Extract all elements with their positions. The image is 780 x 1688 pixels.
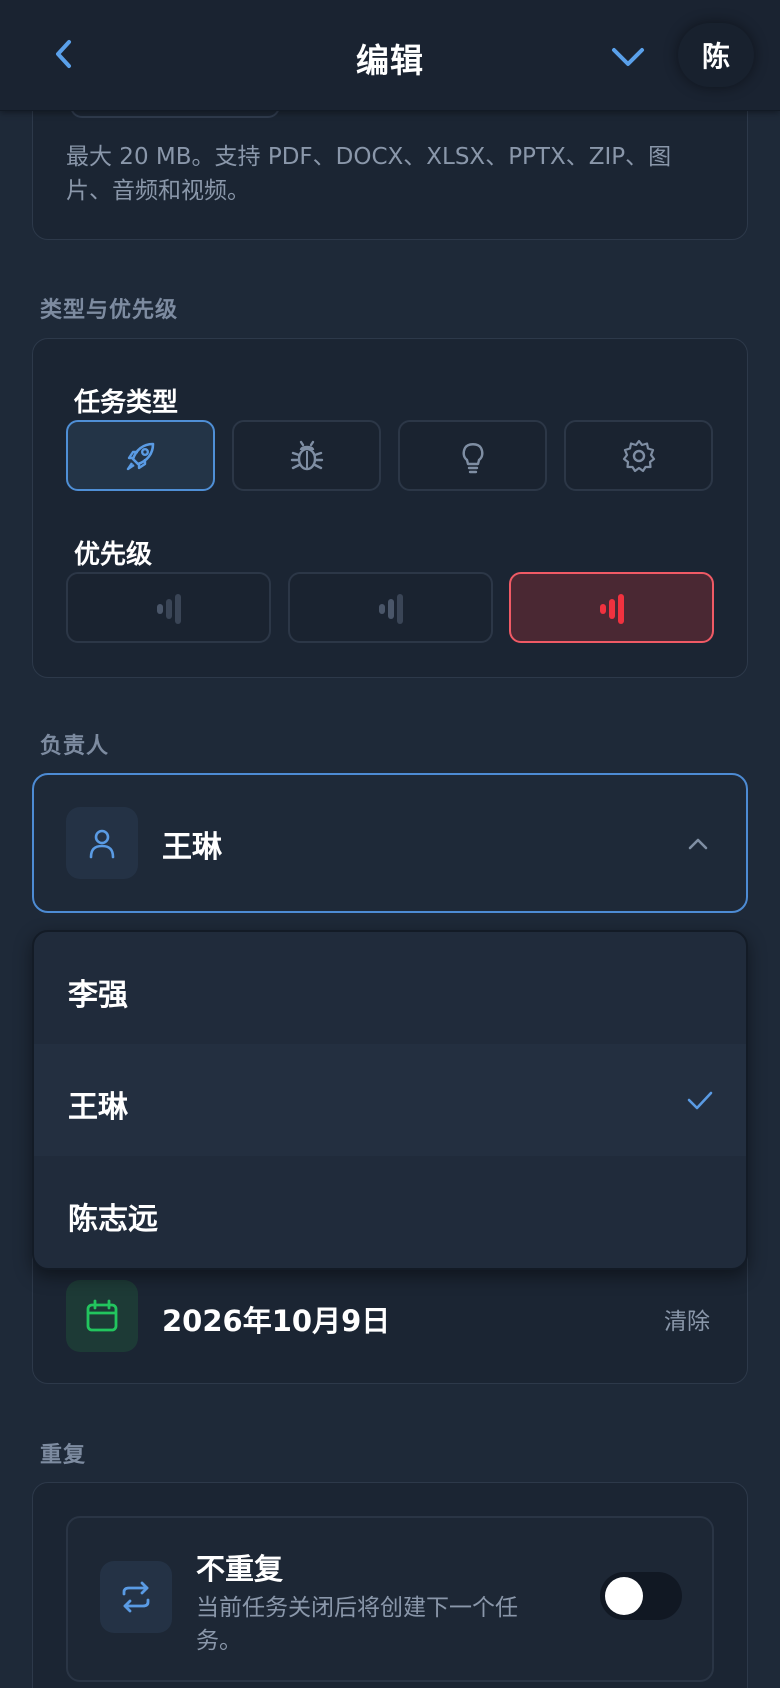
section-label-assignee: 负责人 bbox=[40, 734, 110, 759]
collapse-button[interactable] bbox=[608, 38, 648, 78]
chevron-up-icon bbox=[684, 830, 712, 858]
repeat-icon-tile bbox=[100, 1561, 172, 1633]
clear-date-button[interactable]: 清除 bbox=[664, 1302, 710, 1336]
priority-high-button[interactable] bbox=[509, 572, 714, 643]
due-date-icon-tile bbox=[66, 1280, 138, 1352]
assignee-selected-value: 王琳 bbox=[162, 830, 222, 865]
repeat-title: 不重复 bbox=[196, 1552, 284, 1586]
assignee-option[interactable]: 李强 bbox=[34, 932, 746, 1044]
assignee-option-label: 王琳 bbox=[68, 1090, 128, 1125]
assignee-dropdown: 李强 王琳 陈志远 bbox=[32, 930, 748, 1270]
rocket-icon bbox=[126, 442, 154, 470]
signal-medium-icon bbox=[378, 593, 403, 624]
priority-low-button[interactable] bbox=[66, 572, 271, 643]
assignee-option-label: 陈志远 bbox=[68, 1202, 158, 1237]
signal-low-icon bbox=[156, 593, 181, 624]
user-icon bbox=[89, 829, 115, 859]
task-type-feature-button[interactable] bbox=[66, 420, 215, 491]
assignee-select[interactable] bbox=[32, 773, 748, 913]
user-avatar[interactable]: 陈 bbox=[678, 23, 754, 87]
task-type-label: 任务类型 bbox=[74, 388, 179, 418]
section-label-type-priority: 类型与优先级 bbox=[40, 298, 179, 323]
repeat-icon bbox=[122, 1581, 150, 1613]
avatar-initial: 陈 bbox=[701, 40, 730, 73]
assignee-option-label: 李强 bbox=[68, 978, 128, 1013]
assignee-avatar-tile bbox=[66, 807, 138, 879]
gear-icon bbox=[622, 439, 655, 472]
assignee-option[interactable]: 陈志远 bbox=[34, 1156, 746, 1268]
repeat-description: 当前任务关闭后将创建下一个任务。 bbox=[196, 1595, 518, 1654]
bug-icon bbox=[290, 440, 323, 470]
task-type-bug-button[interactable] bbox=[232, 420, 381, 491]
chevron-down-icon bbox=[612, 48, 644, 66]
section-label-repeat: 重复 bbox=[40, 1443, 87, 1468]
assignee-option-selected[interactable]: 王琳 bbox=[34, 1044, 746, 1156]
calendar-icon bbox=[86, 1299, 118, 1332]
task-type-idea-button[interactable] bbox=[398, 420, 547, 491]
top-app-bar: 编辑 陈 bbox=[0, 0, 780, 111]
lightbulb-icon bbox=[461, 442, 484, 473]
check-icon bbox=[684, 1084, 716, 1116]
priority-medium-button[interactable] bbox=[288, 572, 493, 643]
repeat-toggle[interactable] bbox=[600, 1572, 682, 1620]
page-title: 编辑 bbox=[356, 41, 424, 80]
toggle-knob bbox=[605, 1577, 643, 1615]
task-type-settings-button[interactable] bbox=[564, 420, 713, 491]
upload-hint: 最大 20 MB。支持 PDF、DOCX、XLSX、PPTX、ZIP、图片、音频… bbox=[66, 144, 672, 204]
priority-label: 优先级 bbox=[74, 540, 153, 570]
due-date-value[interactable]: 2026年10月9日 bbox=[162, 1298, 390, 1340]
signal-high-icon bbox=[599, 593, 624, 624]
